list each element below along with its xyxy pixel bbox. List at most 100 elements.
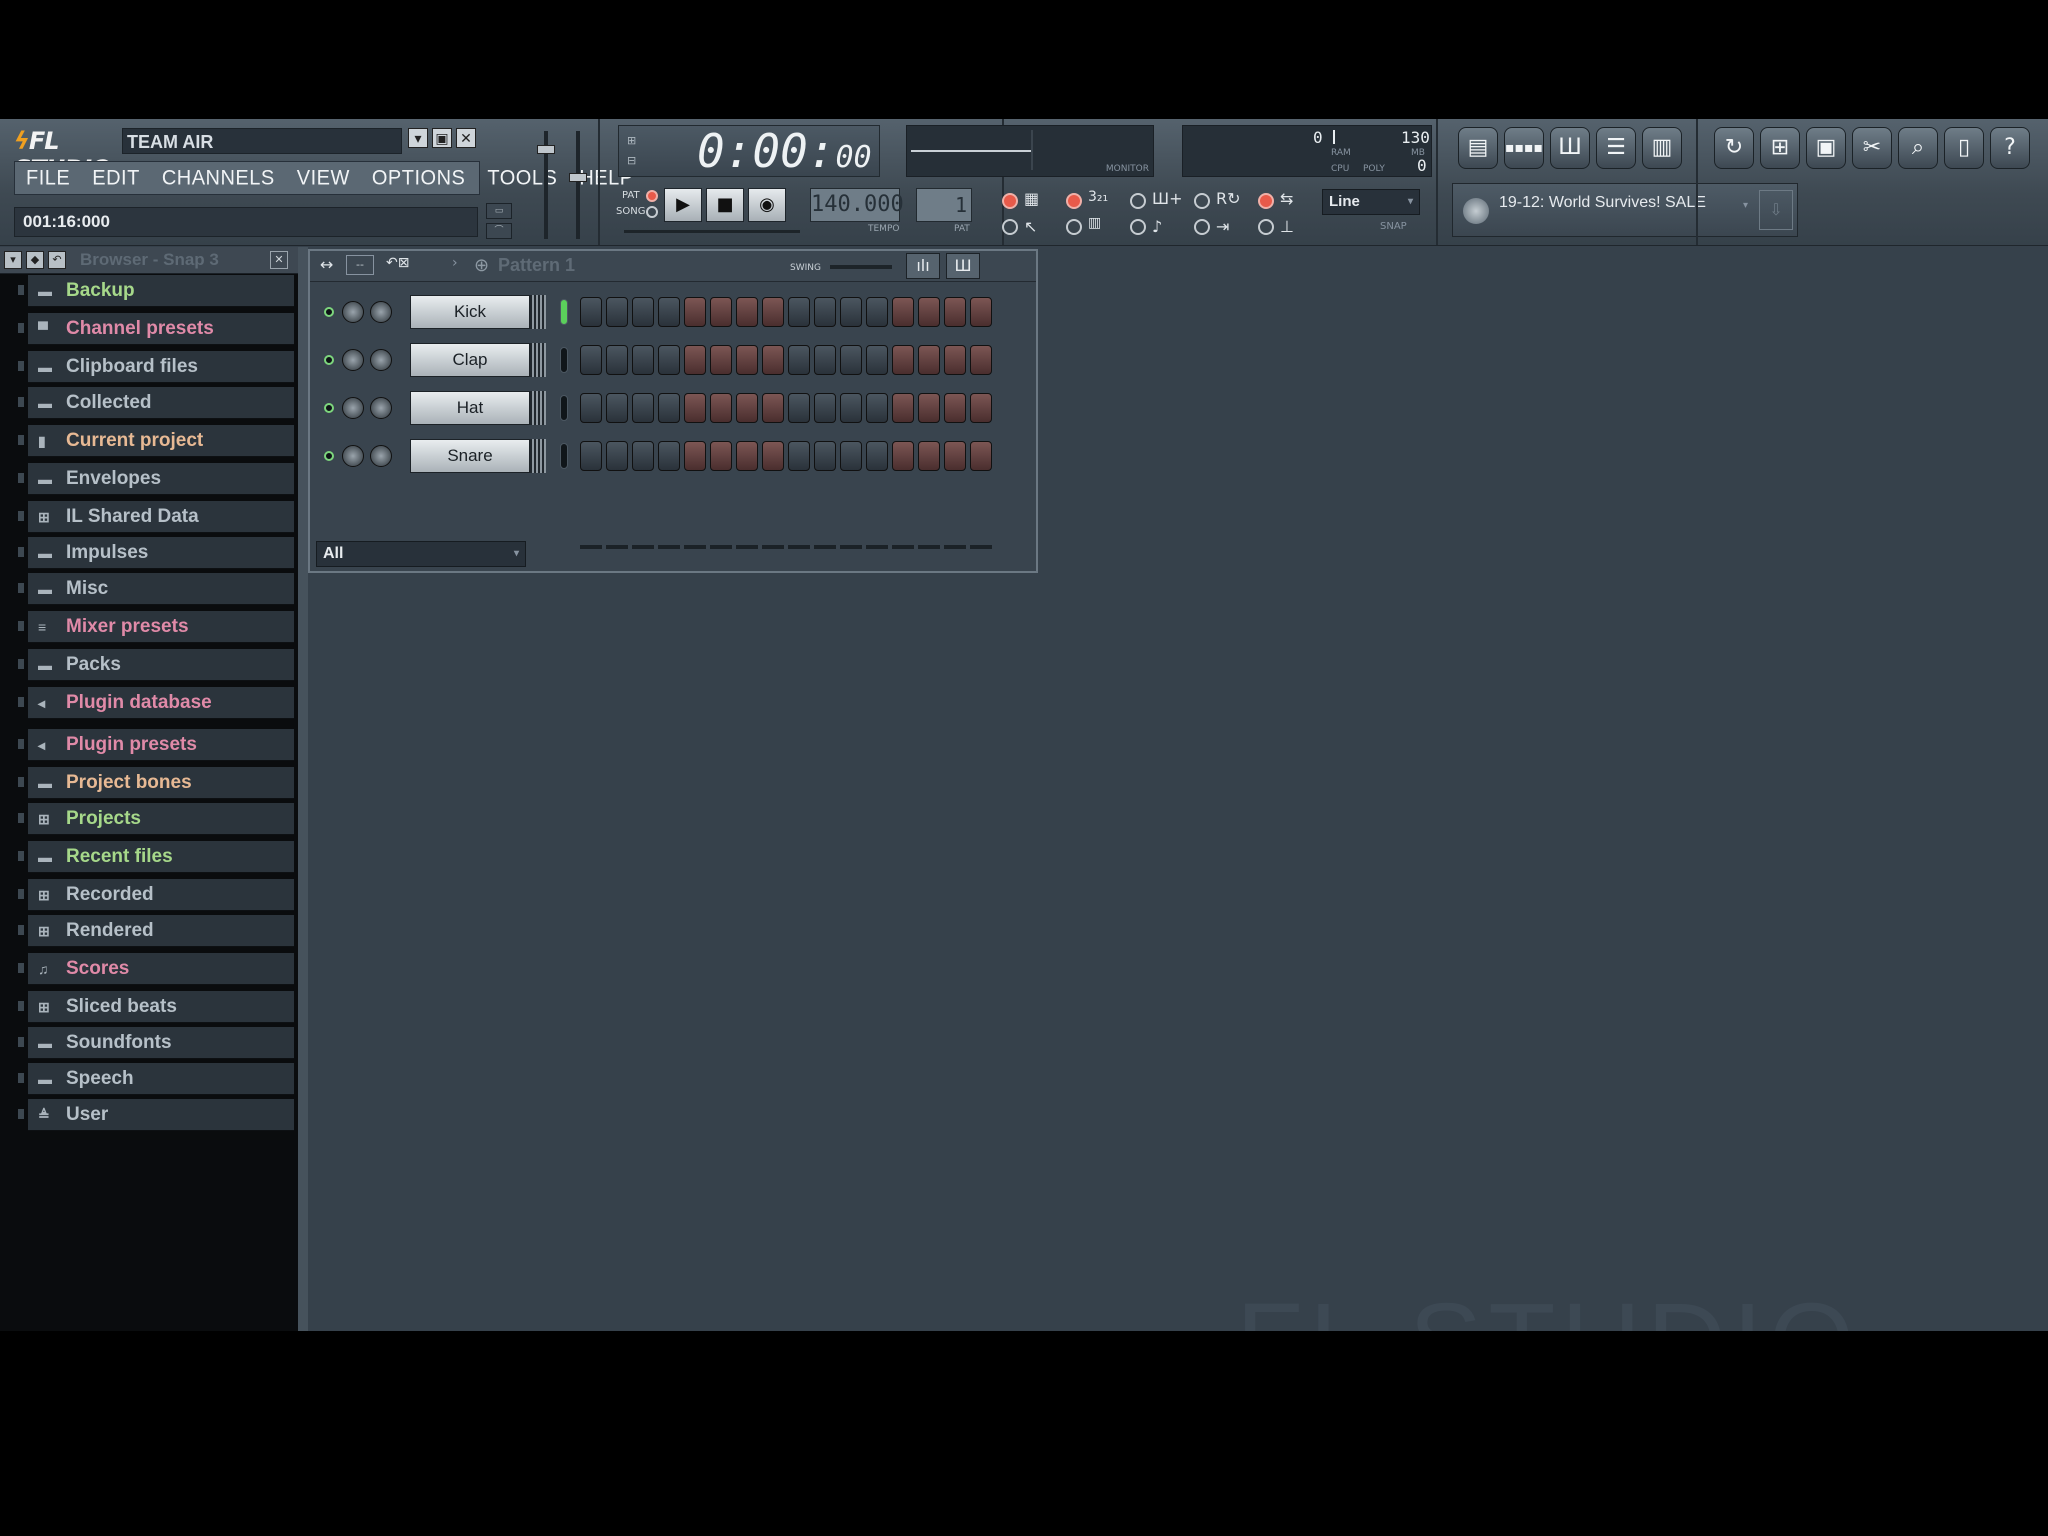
master-volume-handle[interactable] — [537, 145, 555, 154]
step-button[interactable] — [918, 393, 940, 423]
step-button[interactable] — [684, 441, 706, 471]
step-button[interactable] — [632, 297, 654, 327]
browser-item[interactable]: ▬ Project bones — [18, 767, 294, 799]
move-icon[interactable]: ↔ — [320, 255, 333, 274]
step-button[interactable] — [762, 345, 784, 375]
step-button[interactable] — [944, 297, 966, 327]
step-button[interactable] — [840, 345, 862, 375]
browser-item[interactable]: ▮ Current project — [18, 425, 294, 457]
stop-button[interactable]: ■ — [706, 188, 744, 222]
browser-item[interactable]: ◂ Plugin presets — [18, 729, 294, 761]
channel-grip[interactable] — [530, 391, 546, 425]
master-pitch-slider[interactable] — [576, 131, 580, 239]
expand-handle-icon[interactable] — [18, 621, 24, 631]
blend-recording-toggle[interactable] — [1130, 193, 1146, 209]
step-button[interactable] — [840, 297, 862, 327]
expand-handle-icon[interactable] — [18, 435, 24, 445]
step-button[interactable] — [944, 345, 966, 375]
step-button[interactable] — [658, 393, 680, 423]
step-button[interactable] — [892, 393, 914, 423]
step-button[interactable] — [658, 345, 680, 375]
minimize-button[interactable]: ▾ — [408, 128, 428, 148]
browser-item[interactable]: ≜ User — [18, 1099, 294, 1131]
record-button[interactable]: ◉ — [748, 188, 786, 222]
step-button[interactable] — [632, 441, 654, 471]
step-button[interactable] — [918, 345, 940, 375]
channel-volume-knob[interactable] — [370, 301, 392, 323]
step-button[interactable] — [892, 441, 914, 471]
undo-step-icon[interactable]: ↶⊠ — [386, 255, 409, 271]
keyboard-editor-button[interactable]: ılı — [906, 253, 940, 279]
browser-item[interactable]: ◂ Plugin database — [18, 687, 294, 719]
channel-volume-knob[interactable] — [370, 349, 392, 371]
step-button[interactable] — [632, 345, 654, 375]
step-button[interactable] — [944, 441, 966, 471]
channel-select-indicator[interactable] — [560, 395, 568, 421]
browser-item[interactable]: ▬ Collected — [18, 387, 294, 419]
step-button[interactable] — [710, 297, 732, 327]
expand-handle-icon[interactable] — [18, 889, 24, 899]
browser-close-button[interactable]: ✕ — [270, 251, 288, 269]
menu-options[interactable]: OPTIONS — [361, 166, 477, 190]
browser-item[interactable]: ⊞ Sliced beats — [18, 991, 294, 1023]
channel-button[interactable]: Kick — [410, 295, 530, 329]
channel-select-indicator[interactable] — [560, 299, 568, 325]
channel-mute-led[interactable] — [324, 403, 334, 413]
step-button[interactable] — [710, 441, 732, 471]
step-button[interactable] — [658, 297, 680, 327]
tempo-display[interactable]: 140.000 — [810, 188, 904, 222]
step-advance-toggle[interactable] — [1194, 219, 1210, 235]
cut-button[interactable]: ✂ — [1852, 127, 1892, 169]
channel-button[interactable]: Snare — [410, 439, 530, 473]
step-button[interactable] — [866, 441, 888, 471]
step-button[interactable] — [918, 441, 940, 471]
browser-item[interactable]: ▀ Channel presets — [18, 313, 294, 345]
step-button[interactable] — [970, 441, 992, 471]
pattern-number-display[interactable]: 1 — [916, 188, 972, 222]
step-button[interactable] — [970, 297, 992, 327]
swing-slider[interactable] — [830, 265, 892, 269]
browser-item[interactable]: ♫ Scores — [18, 953, 294, 985]
graph-editor-button[interactable]: -- — [346, 255, 374, 275]
step-button[interactable] — [606, 297, 628, 327]
expand-handle-icon[interactable] — [18, 473, 24, 483]
piano-roll-toggle-button[interactable]: Ш — [946, 253, 980, 279]
loop-record-toggle[interactable] — [1194, 193, 1210, 209]
browser-item[interactable]: ▬ Impulses — [18, 537, 294, 569]
menu-edit[interactable]: EDIT — [81, 166, 151, 190]
step-button[interactable] — [684, 345, 706, 375]
step-button[interactable] — [840, 441, 862, 471]
menu-channels[interactable]: CHANNELS — [151, 166, 286, 190]
channel-mute-led[interactable] — [324, 451, 334, 461]
step-button[interactable] — [736, 345, 758, 375]
step-button[interactable] — [814, 441, 836, 471]
expand-handle-icon[interactable] — [18, 963, 24, 973]
step-button[interactable] — [606, 441, 628, 471]
step-edit-toggle[interactable] — [1002, 219, 1018, 235]
typing-keyboard-toggle[interactable] — [1130, 219, 1146, 235]
step-button[interactable] — [762, 393, 784, 423]
browser-item[interactable]: ▬ Packs — [18, 649, 294, 681]
metronome-toggle[interactable] — [1002, 193, 1018, 209]
browser-item[interactable]: ▬ Speech — [18, 1063, 294, 1095]
expand-handle-icon[interactable] — [18, 323, 24, 333]
zoom-button[interactable]: ⌕ — [1898, 127, 1938, 169]
browser-item[interactable]: ≡ Mixer presets — [18, 611, 294, 643]
browser-item[interactable]: ⊞ Rendered — [18, 915, 294, 947]
countdown-toggle[interactable] — [1066, 193, 1082, 209]
channel-grip[interactable] — [530, 343, 546, 377]
browser-collapse-button[interactable]: ◆ — [26, 251, 44, 269]
restore-button[interactable]: ▣ — [432, 128, 452, 148]
step-button[interactable] — [814, 345, 836, 375]
step-button[interactable] — [580, 393, 602, 423]
info-button[interactable]: ▯ — [1944, 127, 1984, 169]
step-button[interactable] — [580, 297, 602, 327]
step-button[interactable] — [866, 393, 888, 423]
expand-handle-icon[interactable] — [18, 397, 24, 407]
step-button[interactable] — [736, 393, 758, 423]
step-button[interactable] — [814, 297, 836, 327]
expand-handle-icon[interactable] — [18, 925, 24, 935]
snap-select[interactable]: Line ▾ — [1322, 189, 1420, 215]
step-button[interactable] — [684, 393, 706, 423]
menu-tools[interactable]: TOOLS — [476, 166, 568, 190]
